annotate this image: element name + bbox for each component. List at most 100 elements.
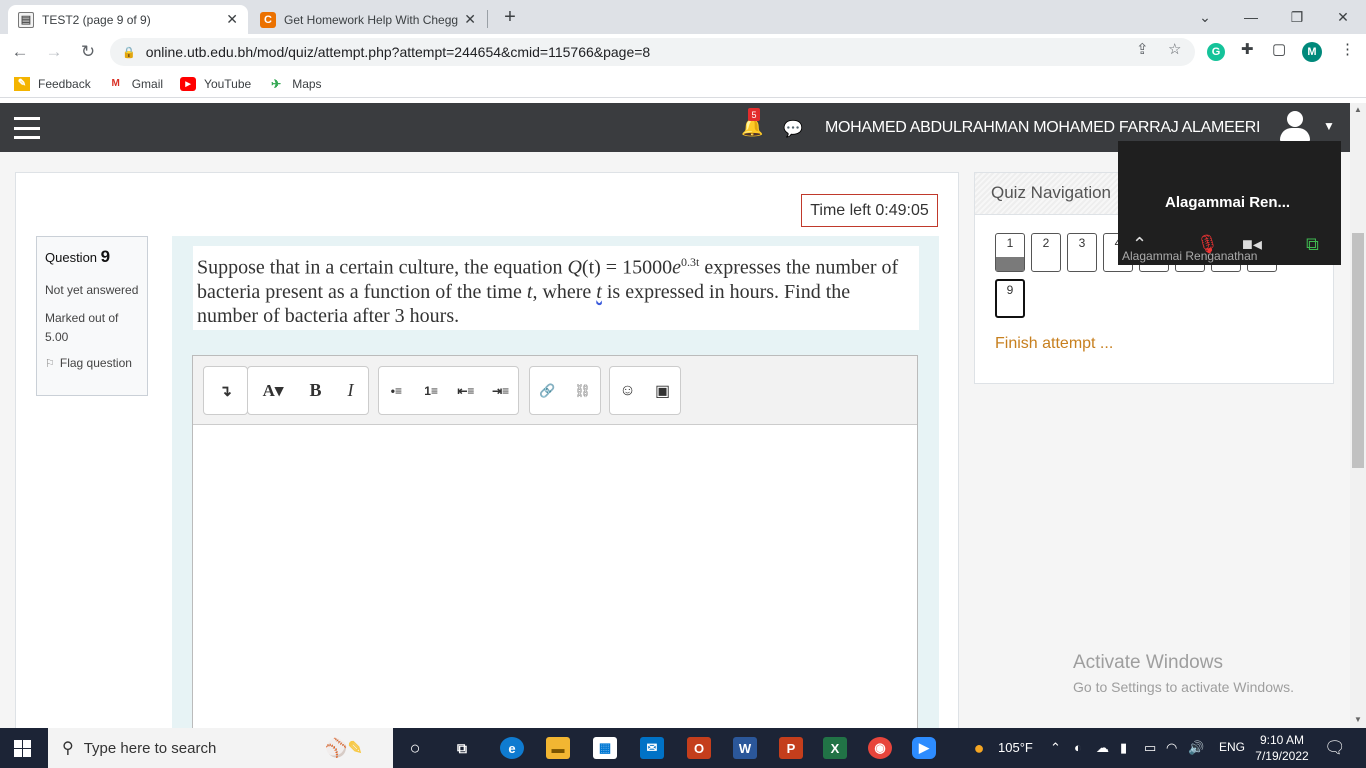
excel-icon[interactable]: X bbox=[823, 737, 847, 759]
lock-icon: 🔒 bbox=[122, 46, 136, 59]
italic-icon[interactable]: I bbox=[333, 367, 368, 414]
bookmark-youtube[interactable]: ▶ YouTube bbox=[180, 76, 252, 91]
user-name[interactable]: MOHAMED ABDULRAHMAN MOHAMED FARRAJ ALAME… bbox=[825, 119, 1260, 137]
file-explorer-icon[interactable]: ▬ bbox=[546, 737, 570, 759]
forward-arrow-icon[interactable]: → bbox=[42, 40, 66, 64]
emoticon-icon[interactable]: ☺ bbox=[610, 367, 645, 414]
activate-windows-watermark: Activate Windows Go to Settings to activ… bbox=[1073, 652, 1294, 695]
finish-attempt-link[interactable]: Finish attempt ... bbox=[995, 335, 1113, 353]
tab-chegg[interactable]: C Get Homework Help With Chegg ✕ bbox=[250, 5, 486, 34]
task-view-icon[interactable]: ⧉ bbox=[450, 737, 474, 759]
quiz-nav-button-3[interactable]: 3 bbox=[1067, 233, 1097, 272]
onedrive-icon[interactable]: ☁ bbox=[1096, 740, 1109, 756]
mail-icon[interactable]: ✉ bbox=[640, 737, 664, 759]
profile-avatar[interactable]: M bbox=[1302, 42, 1322, 62]
clock-date: 7/19/2022 bbox=[1255, 749, 1309, 763]
moodle-favicon-icon: ▤ bbox=[18, 11, 34, 28]
extensions-puzzle-icon[interactable]: ✚ bbox=[1241, 40, 1254, 58]
powerpoint-icon[interactable]: P bbox=[779, 737, 803, 759]
minimize-icon[interactable]: — bbox=[1228, 0, 1274, 34]
side-panel-icon[interactable]: ▢ bbox=[1272, 40, 1286, 58]
ordered-list-icon[interactable]: 1≡ bbox=[414, 367, 449, 414]
restore-icon[interactable]: ❐ bbox=[1274, 0, 1320, 34]
battery-icon[interactable]: ▭ bbox=[1144, 740, 1156, 756]
outdent-icon[interactable]: ⇤≡ bbox=[449, 367, 484, 414]
page-scrollbar[interactable]: ▲ ▼ bbox=[1350, 103, 1366, 728]
answer-textarea[interactable] bbox=[193, 426, 917, 728]
edge-icon[interactable]: e bbox=[500, 737, 524, 759]
hamburger-menu-icon[interactable] bbox=[14, 117, 40, 139]
tray-overflow-icon[interactable]: ⌃ bbox=[1050, 740, 1061, 756]
bookmark-feedback[interactable]: ✎ Feedback bbox=[14, 76, 91, 91]
bookmark-star-icon[interactable]: ☆ bbox=[1168, 40, 1181, 58]
bookmark-gmail[interactable]: M Gmail bbox=[108, 76, 164, 91]
bookmark-label: Maps bbox=[292, 76, 322, 91]
word-icon[interactable]: W bbox=[733, 737, 757, 759]
usb-icon[interactable]: ▮ bbox=[1120, 740, 1127, 756]
browser-menu-icon[interactable]: ⋮ bbox=[1340, 40, 1355, 58]
tab-search-icon[interactable]: ⌄ bbox=[1182, 0, 1228, 34]
search-highlight-icon[interactable]: ⚾✎ bbox=[318, 737, 370, 759]
windows-start-icon[interactable] bbox=[14, 740, 31, 757]
zoom-popout-icon[interactable]: ⧉ bbox=[1306, 234, 1319, 255]
messages-icon[interactable]: 💬 bbox=[783, 119, 803, 139]
close-tab-icon[interactable]: ✕ bbox=[226, 11, 238, 28]
unordered-list-icon[interactable]: •≡ bbox=[379, 367, 414, 414]
scroll-down-icon[interactable]: ▼ bbox=[1350, 715, 1366, 724]
quiz-nav-button-2[interactable]: 2 bbox=[1031, 233, 1061, 272]
notification-count-badge: 5 bbox=[748, 108, 760, 121]
quiz-nav-button-9[interactable]: 9 bbox=[995, 279, 1025, 318]
show-more-buttons-icon[interactable]: ↴ bbox=[204, 367, 247, 414]
address-bar[interactable]: 🔒 online.utb.edu.bh/mod/quiz/attempt.php… bbox=[110, 38, 1195, 66]
weather-temperature[interactable]: 105°F bbox=[998, 740, 1033, 755]
tab-quiz[interactable]: ▤ TEST2 (page 9 of 9) ✕ bbox=[8, 5, 248, 34]
watermark-line-2: Go to Settings to activate Windows. bbox=[1073, 679, 1294, 695]
chegg-favicon-icon: C bbox=[260, 11, 276, 28]
watermark-line-1: Activate Windows bbox=[1073, 652, 1223, 673]
user-avatar-icon[interactable] bbox=[1278, 111, 1312, 143]
question-number: Question 9 bbox=[45, 247, 111, 266]
grammarly-icon[interactable]: G bbox=[1207, 43, 1225, 61]
indent-icon[interactable]: ⇥≡ bbox=[483, 367, 518, 414]
new-tab-button[interactable]: + bbox=[498, 5, 522, 29]
system-clock[interactable]: 9:10 AM 7/19/2022 bbox=[1252, 732, 1312, 764]
flag-question-link[interactable]: ⚐ Flag question bbox=[45, 356, 139, 370]
question-content: Suppose that in a certain culture, the e… bbox=[172, 236, 939, 728]
bold-icon[interactable]: B bbox=[298, 367, 333, 414]
input-language[interactable]: ENG bbox=[1219, 740, 1245, 754]
answer-editor: ↴ A▾ B I •≡ 1≡ ⇤≡ ⇥≡ 🔗 ⛓ ☺ ▣ bbox=[192, 355, 918, 728]
back-arrow-icon[interactable]: ← bbox=[8, 40, 32, 64]
zoom-video-overlay[interactable]: Alagammai Ren... ⌃ 🎙 ■◂ ⧉ Alagammai Reng… bbox=[1118, 141, 1341, 265]
paragraph-styles-icon[interactable]: A▾ bbox=[248, 367, 298, 414]
url-text: online.utb.edu.bh/mod/quiz/attempt.php?a… bbox=[145, 44, 651, 60]
scroll-up-icon[interactable]: ▲ bbox=[1350, 105, 1366, 114]
reload-icon[interactable]: ↻ bbox=[76, 40, 100, 64]
action-center-icon[interactable]: 🗨 bbox=[1324, 738, 1346, 758]
bookmark-label: Gmail bbox=[131, 76, 164, 91]
bookmark-maps[interactable]: ✈ Maps bbox=[268, 77, 321, 91]
scrollbar-thumb[interactable] bbox=[1352, 233, 1364, 468]
bookmark-label: YouTube bbox=[204, 76, 252, 91]
volume-icon[interactable]: 🔊 bbox=[1188, 740, 1204, 756]
window-close-icon[interactable]: ✕ bbox=[1320, 0, 1366, 34]
cortana-icon[interactable]: ○ bbox=[403, 737, 427, 759]
question-text: Suppose that in a certain culture, the e… bbox=[193, 246, 919, 330]
weather-sun-icon[interactable]: ● bbox=[967, 737, 991, 759]
link-icon[interactable]: 🔗 bbox=[530, 367, 565, 414]
insert-image-icon[interactable]: ▣ bbox=[645, 367, 680, 414]
unlink-icon[interactable]: ⛓ bbox=[565, 367, 600, 414]
microsoft-store-icon[interactable]: ▦ bbox=[593, 737, 617, 759]
zoom-app-icon[interactable]: ▶ bbox=[912, 737, 936, 759]
quiz-nav-button-1[interactable]: 1 bbox=[995, 233, 1025, 272]
bookmark-label: Feedback bbox=[38, 76, 91, 91]
share-icon[interactable]: ⇪ bbox=[1136, 40, 1149, 58]
user-menu-caret-icon[interactable]: ▼ bbox=[1323, 119, 1335, 133]
tray-app-icon[interactable]: ◐ bbox=[1074, 740, 1082, 755]
maps-icon: ✈ bbox=[271, 76, 282, 91]
chrome-icon[interactable]: ◉ bbox=[868, 737, 892, 759]
zoom-participant-name: Alagammai Ren... bbox=[1165, 194, 1291, 211]
close-tab-icon[interactable]: ✕ bbox=[464, 11, 476, 28]
office-icon[interactable]: O bbox=[687, 737, 711, 759]
wifi-icon[interactable]: ◠ bbox=[1166, 740, 1177, 756]
flag-icon: ⚐ bbox=[45, 357, 55, 370]
